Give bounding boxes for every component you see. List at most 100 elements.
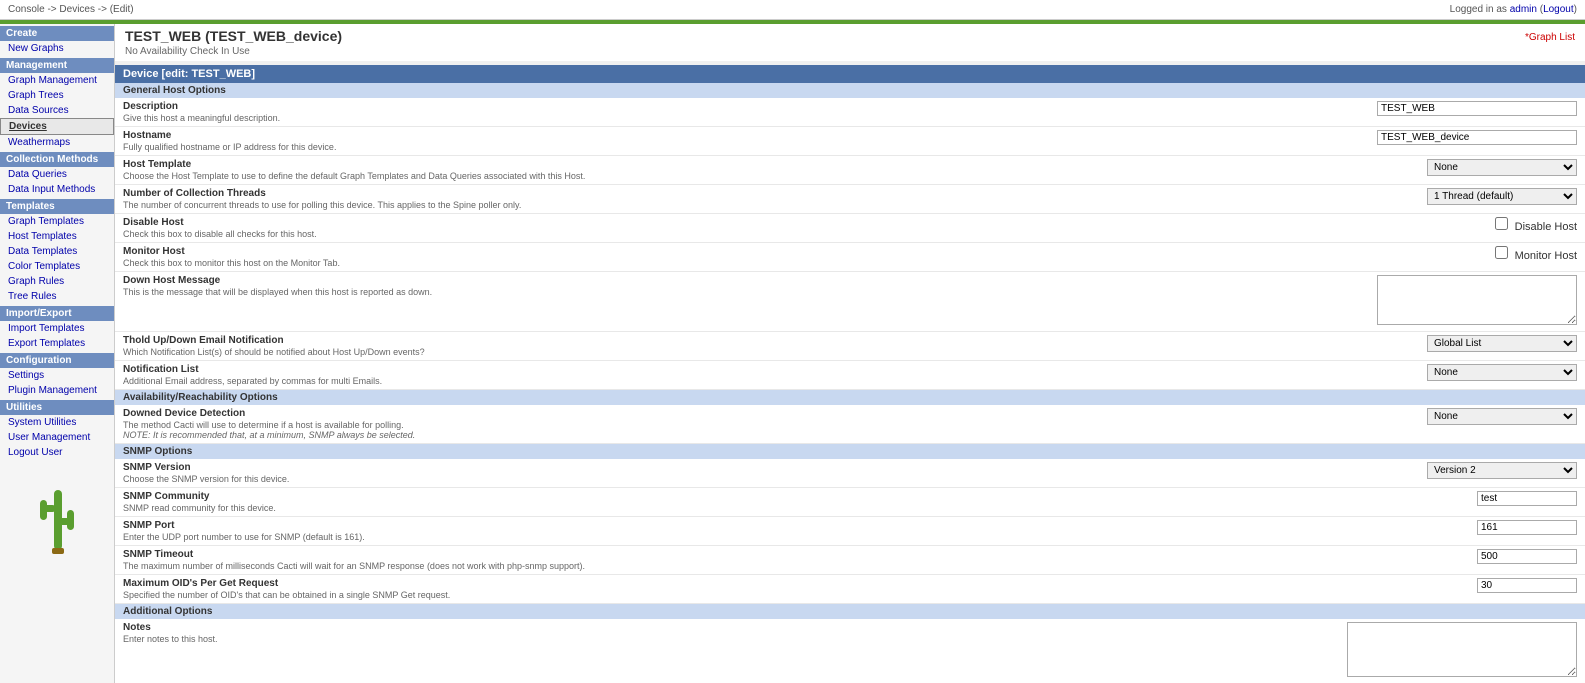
table-row: Number of Collection Threads The number … [115,185,1585,214]
notes-label: Notes [123,622,769,633]
sidebar-item-data-sources[interactable]: Data Sources [0,103,114,118]
table-row: Hostname Fully qualified hostname or IP … [115,127,1585,156]
snmp-options-header: SNMP Options [115,444,1585,459]
host-template-label: Host Template [123,159,769,170]
description-label: Description [123,101,769,112]
monitor-host-text: Monitor Host [1515,250,1577,262]
table-row: Notification List Additional Email addre… [115,361,1585,390]
snmp-community-input[interactable] [1477,491,1577,506]
device-edit-header: Device [edit: TEST_WEB] [115,65,1585,83]
disable-host-label: Disable Host [123,217,769,228]
table-row: SNMP Port Enter the UDP port number to u… [115,517,1585,546]
notification-list-desc: Additional Email address, separated by c… [123,376,769,386]
hostname-control [777,127,1585,156]
table-row: Host Template Choose the Host Template t… [115,156,1585,185]
notification-list-select[interactable]: None [1427,364,1577,381]
table-row: Down Host Message This is the message th… [115,272,1585,332]
sidebar-item-import-templates[interactable]: Import Templates [0,321,114,336]
max-oid-desc: Specified the number of OID's that can b… [123,590,769,600]
notification-list-control: None [777,361,1585,390]
page-title: TEST_WEB (TEST_WEB_device) [125,28,1575,44]
sidebar-item-weathermaps[interactable]: Weathermaps [0,135,114,150]
max-oid-label: Maximum OID's Per Get Request [123,578,769,589]
availability-header: Availability/Reachability Options [115,390,1585,405]
collection-threads-select[interactable]: 1 Thread (default) [1427,188,1577,205]
sidebar-item-host-templates[interactable]: Host Templates [0,229,114,244]
notes-textarea[interactable] [1347,622,1577,677]
snmp-timeout-label: SNMP Timeout [123,549,769,560]
monitor-host-desc: Check this box to monitor this host on t… [123,258,769,268]
sidebar-item-tree-rules[interactable]: Tree Rules [0,289,114,304]
sidebar-section-management: Management [0,58,114,73]
notes-control [777,619,1585,683]
snmp-port-control [777,517,1585,546]
snmp-community-control [777,488,1585,517]
auth-bar: Logged in as admin (Logout) [1450,4,1577,15]
sidebar-item-user-management[interactable]: User Management [0,430,114,445]
snmp-version-label: SNMP Version [123,462,769,473]
snmp-port-label: SNMP Port [123,520,769,531]
monitor-host-checkbox[interactable] [1495,246,1508,259]
notes-desc: Enter notes to this host. [123,634,769,644]
hostname-input[interactable] [1377,130,1577,145]
description-input[interactable] [1377,101,1577,116]
sidebar-item-new-graphs[interactable]: New Graphs [0,41,114,56]
snmp-community-label: SNMP Community [123,491,769,502]
snmp-options-table: SNMP Version Choose the SNMP version for… [115,459,1585,604]
downed-device-label: Downed Device Detection [123,408,769,419]
sidebar-item-plugin-management[interactable]: Plugin Management [0,383,114,398]
sidebar-item-data-queries[interactable]: Data Queries [0,167,114,182]
collection-threads-desc: The number of concurrent threads to use … [123,200,769,210]
additional-options-header: Additional Options [115,604,1585,619]
snmp-version-control: Version 2 [777,459,1585,488]
sidebar-item-export-templates[interactable]: Export Templates [0,336,114,351]
snmp-version-select[interactable]: Version 2 [1427,462,1577,479]
downed-device-select[interactable]: None [1427,408,1577,425]
sidebar-item-data-input-methods[interactable]: Data Input Methods [0,182,114,197]
table-row: SNMP Timeout The maximum number of milli… [115,546,1585,575]
general-host-options-table: Description Give this host a meaningful … [115,98,1585,390]
max-oid-input[interactable] [1477,578,1577,593]
table-row: Downed Device Detection The method Cacti… [115,405,1585,444]
breadcrumb: Console -> Devices -> (Edit) [8,4,134,15]
sidebar-item-graph-trees[interactable]: Graph Trees [0,88,114,103]
thold-notification-select[interactable]: Global List [1427,335,1577,352]
admin-link[interactable]: admin [1510,4,1537,15]
sidebar-item-data-templates[interactable]: Data Templates [0,244,114,259]
top-right-links: *Create Graphs for this Host *Data Sourc… [1449,28,1575,46]
sidebar-section-configuration: Configuration [0,353,114,368]
down-host-message-textarea[interactable] [1377,275,1577,325]
host-template-select[interactable]: None [1427,159,1577,176]
avail-check: No Availability Check In Use [125,46,1575,57]
thold-notification-desc: Which Notification List(s) of should be … [123,347,769,357]
sidebar-item-color-templates[interactable]: Color Templates [0,259,114,274]
disable-host-checkbox[interactable] [1495,217,1508,230]
snmp-timeout-input[interactable] [1477,549,1577,564]
monitor-host-control: Monitor Host [777,243,1585,272]
sidebar-section-templates: Templates [0,199,114,214]
host-template-desc: Choose the Host Template to use to defin… [123,171,769,181]
snmp-timeout-control [777,546,1585,575]
collection-threads-label: Number of Collection Threads [123,188,769,199]
sidebar: CreateNew GraphsManagementGraph Manageme… [0,24,115,683]
snmp-port-input[interactable] [1477,520,1577,535]
sidebar-item-settings[interactable]: Settings [0,368,114,383]
sidebar-item-system-utilities[interactable]: System Utilities [0,415,114,430]
additional-options-table: Notes Enter notes to this host. [115,619,1585,683]
table-row: SNMP Community SNMP read community for t… [115,488,1585,517]
sidebar-item-graph-rules[interactable]: Graph Rules [0,274,114,289]
description-desc: Give this host a meaningful description. [123,113,769,123]
down-host-message-desc: This is the message that will be display… [123,287,769,297]
auth-text: Logged in as [1450,4,1510,15]
monitor-host-checkbox-label: Monitor Host [1495,250,1577,262]
sidebar-item-devices[interactable]: Devices [0,118,114,135]
sidebar-item-graph-management[interactable]: Graph Management [0,73,114,88]
sidebar-item-graph-templates[interactable]: Graph Templates [0,214,114,229]
disable-host-control: Disable Host [777,214,1585,243]
logout-link[interactable]: Logout [1543,4,1574,15]
graph-list-link[interactable]: *Graph List [1449,30,1575,46]
table-row: Monitor Host Check this box to monitor t… [115,243,1585,272]
hostname-desc: Fully qualified hostname or IP address f… [123,142,769,152]
down-host-message-label: Down Host Message [123,275,769,286]
sidebar-item-logout-user[interactable]: Logout User [0,445,114,460]
